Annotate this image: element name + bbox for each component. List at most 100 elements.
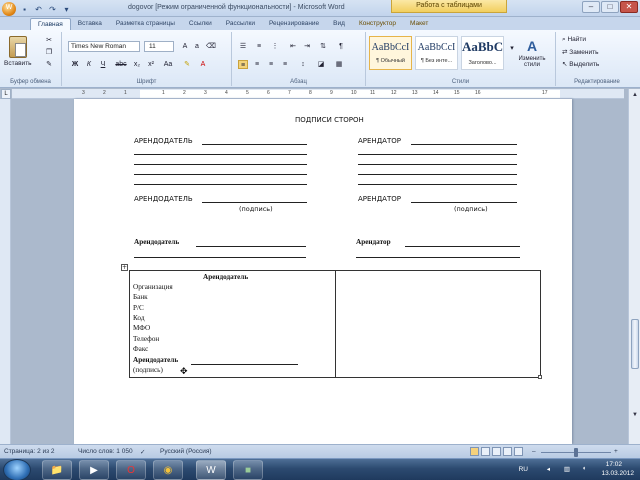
tab-layout[interactable]: Макет — [403, 18, 435, 30]
justify-icon[interactable]: ≡ — [280, 60, 290, 69]
spell-check-icon[interactable]: ✓ — [140, 448, 145, 456]
tab-home[interactable]: Главная — [30, 18, 71, 30]
language-indicator[interactable]: Русский (Россия) — [160, 448, 212, 455]
document-page[interactable]: ПОДПИСИ СТОРОН АРЕНДОДАТЕЛЬ АРЕНДАТОР АР… — [74, 99, 572, 444]
clock-date[interactable]: 13.03.2012 — [601, 470, 634, 477]
undo-icon[interactable]: ↶ — [33, 4, 44, 15]
subscript-button[interactable]: x₂ — [132, 60, 142, 69]
outline-view-icon[interactable] — [503, 447, 512, 456]
page-count[interactable]: Страница: 2 из 2 — [4, 448, 55, 455]
shading-icon[interactable]: ◪ — [316, 60, 326, 69]
decrease-indent-icon[interactable]: ⇤ — [288, 42, 298, 51]
bullets-icon[interactable]: ☰ — [238, 42, 248, 51]
office-button-icon[interactable]: W — [2, 2, 16, 16]
align-left-icon[interactable]: ≡ — [238, 60, 248, 69]
redo-icon[interactable]: ↷ — [47, 4, 58, 15]
table-move-handle-icon[interactable]: + — [121, 264, 128, 271]
italic-button[interactable]: К — [84, 60, 94, 69]
line-spacing-icon[interactable]: ↕ — [298, 60, 308, 69]
tab-view[interactable]: Вид — [326, 18, 352, 30]
tab-references[interactable]: Ссылки — [182, 18, 219, 30]
tray-arrow-icon[interactable]: ◂ — [547, 465, 550, 473]
bold-button[interactable]: Ж — [70, 60, 80, 69]
web-layout-view-icon[interactable] — [492, 447, 501, 456]
font-name-field[interactable]: Times New Roman — [68, 41, 140, 52]
change-case-button[interactable]: Aa — [162, 60, 174, 69]
zoom-out-icon[interactable]: – — [532, 448, 536, 455]
start-button-icon[interactable] — [3, 459, 31, 480]
tab-selector[interactable]: L — [1, 89, 11, 99]
paragraph-group-label: Абзац — [290, 79, 307, 85]
find-button[interactable]: ⌕ Найти — [562, 36, 586, 44]
borders-icon[interactable]: ▦ — [334, 60, 344, 69]
volume-icon[interactable]: ◖ — [582, 465, 586, 472]
full-screen-view-icon[interactable] — [481, 447, 490, 456]
font-size-field[interactable]: 11 — [144, 41, 174, 52]
print-layout-view-icon[interactable] — [470, 447, 479, 456]
vertical-scrollbar[interactable]: ▲ ▼ — [628, 89, 640, 444]
font-color-icon[interactable]: A — [198, 60, 208, 69]
scroll-down-icon[interactable]: ▼ — [630, 410, 640, 420]
font-group: Times New Roman 11 A a ⌫ Ж К Ч abc x₂ x²… — [62, 32, 232, 86]
paste-button[interactable]: Вставить — [4, 60, 32, 67]
select-button[interactable]: ↖ Выделить — [562, 60, 599, 68]
style-normal[interactable]: AaBbCcI ¶ Обычный — [369, 36, 412, 70]
superscript-button[interactable]: x² — [146, 60, 156, 69]
folder-icon[interactable]: 📁 — [42, 460, 72, 480]
grow-font-icon[interactable]: A — [180, 42, 190, 51]
close-button[interactable]: ✕ — [620, 1, 638, 13]
table-resize-handle[interactable] — [538, 375, 542, 379]
numbering-icon[interactable]: ≡ — [254, 42, 264, 51]
clock-time[interactable]: 17:02 — [606, 461, 622, 468]
requisites-table[interactable]: Арендодатель Организация Банк Р/С Код МФ… — [129, 270, 541, 378]
style-no-spacing[interactable]: AaBbCcI ¶ Без инте... — [415, 36, 458, 70]
strikethrough-button[interactable]: abc — [114, 60, 128, 69]
ruler-number: 3 — [82, 90, 85, 96]
align-right-icon[interactable]: ≡ — [266, 60, 276, 69]
tab-mailings[interactable]: Рассылки — [219, 18, 262, 30]
multilevel-list-icon[interactable]: ⋮ — [270, 42, 280, 51]
word-count[interactable]: Число слов: 1 050 — [78, 448, 133, 455]
show-marks-icon[interactable]: ¶ — [336, 42, 346, 51]
table-row: Телефон — [133, 335, 160, 343]
clear-format-icon[interactable]: ⌫ — [206, 42, 216, 51]
cut-icon[interactable]: ✂ — [44, 36, 54, 45]
minimize-button[interactable]: – — [582, 1, 600, 13]
opera-icon[interactable]: O — [116, 460, 146, 480]
tab-review[interactable]: Рецензирование — [262, 18, 326, 30]
word-icon[interactable]: W — [196, 460, 226, 480]
tab-insert[interactable]: Вставка — [71, 18, 109, 30]
media-player-icon[interactable]: ▶ — [79, 460, 109, 480]
ribbon-tabs: Главная Вставка Разметка страницы Ссылки… — [0, 17, 640, 30]
scrollbar-thumb[interactable] — [631, 319, 639, 369]
recorder-icon[interactable]: ■ — [233, 460, 263, 480]
draft-view-icon[interactable] — [514, 447, 523, 456]
network-icon[interactable]: ▥ — [564, 465, 570, 473]
save-icon[interactable]: ▪ — [19, 4, 30, 15]
copy-icon[interactable]: ❐ — [44, 48, 54, 57]
format-painter-icon[interactable]: ✎ — [44, 60, 54, 69]
language-bar[interactable]: RU — [519, 466, 528, 473]
paste-icon[interactable] — [9, 36, 27, 58]
tab-page-layout[interactable]: Разметка страницы — [109, 18, 182, 30]
scroll-up-icon[interactable]: ▲ — [630, 90, 640, 100]
underline-button[interactable]: Ч — [98, 60, 108, 69]
vertical-ruler[interactable] — [0, 99, 11, 444]
increase-indent-icon[interactable]: ⇥ — [302, 42, 312, 51]
tab-design[interactable]: Конструктор — [352, 18, 403, 30]
highlight-icon[interactable]: ✎ — [182, 60, 192, 69]
zoom-in-icon[interactable]: + — [614, 448, 618, 455]
align-center-icon[interactable]: ≡ — [252, 60, 262, 69]
replace-button[interactable]: ⇄ Заменить — [562, 48, 598, 56]
maximize-button[interactable]: □ — [601, 1, 619, 13]
horizontal-ruler[interactable]: 3 2 1 1 2 3 4 5 6 7 8 9 10 11 12 13 14 1… — [12, 89, 624, 99]
status-bar: Страница: 2 из 2 Число слов: 1 050 ✓ Рус… — [0, 444, 640, 458]
style-heading-1[interactable]: AaBbC Заголово... — [461, 36, 504, 70]
chrome-icon[interactable]: ◉ — [153, 460, 183, 480]
customize-icon[interactable]: ▾ — [61, 4, 72, 15]
zoom-slider-knob[interactable] — [574, 448, 578, 457]
sort-icon[interactable]: ⇅ — [318, 42, 328, 51]
change-styles-button[interactable]: A Изменить стили — [516, 38, 548, 68]
title-bar: W ▪ ↶ ↷ ▾ dogovor [Режим ограниченной фу… — [0, 0, 640, 17]
shrink-font-icon[interactable]: a — [192, 42, 202, 51]
